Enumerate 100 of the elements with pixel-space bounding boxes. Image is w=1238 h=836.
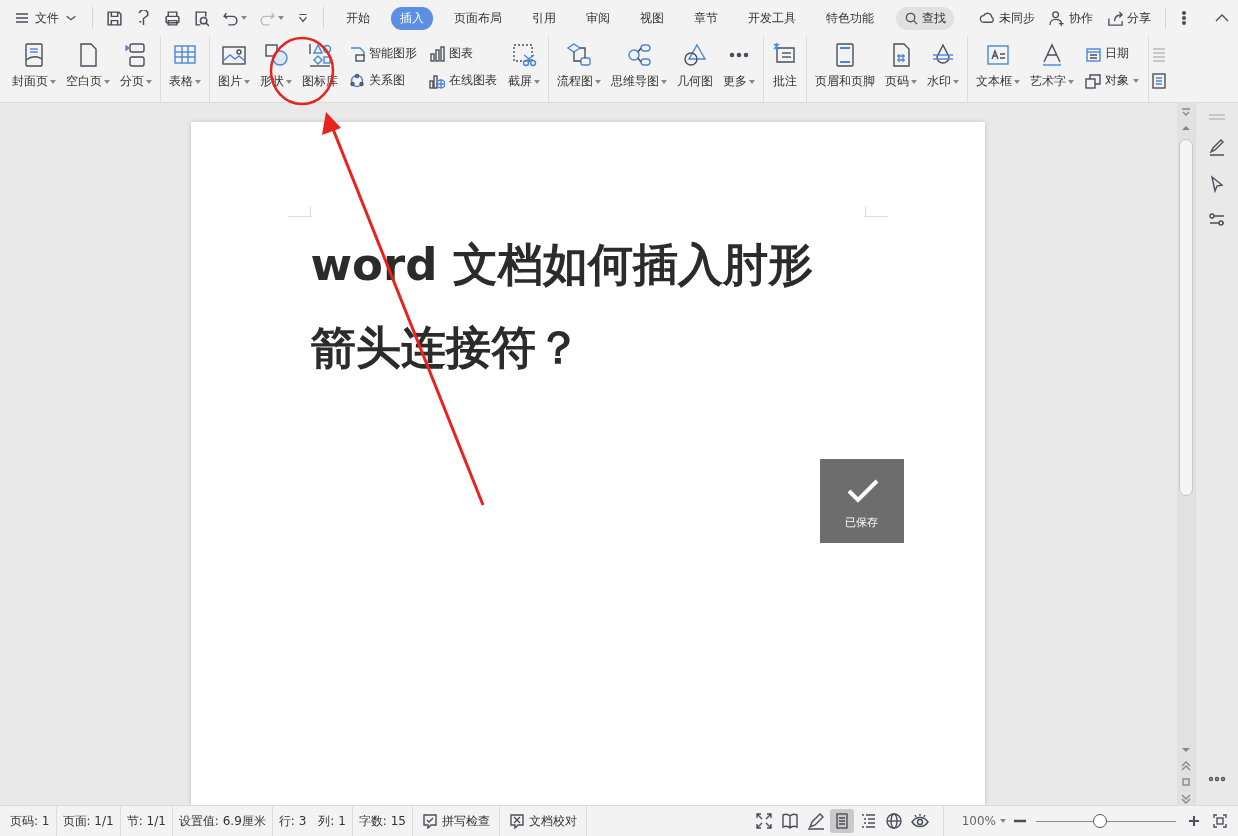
geometry-icon	[682, 42, 708, 68]
previous-page-icon	[1180, 761, 1192, 771]
status-field: 页码: 1	[4, 806, 57, 836]
caret-icon	[104, 79, 110, 84]
proofread-icon	[508, 813, 525, 829]
document-icon	[1151, 72, 1167, 89]
eye-icon	[910, 812, 929, 830]
cursor-icon	[1208, 175, 1226, 193]
pencil-icon	[806, 812, 825, 830]
fullscreen-icon	[754, 812, 773, 830]
scroll-down-icon	[1180, 745, 1192, 755]
ribbon-button[interactable]: 思维导图	[606, 36, 672, 102]
caret-icon	[278, 16, 284, 20]
fit-window-icon	[1212, 813, 1228, 829]
status-field: 设置值: 6.9厘米	[172, 806, 273, 836]
margin-corner-mark	[864, 206, 888, 217]
scroll-up-icon	[1180, 123, 1192, 133]
ribbon-tab[interactable]: 开始	[337, 6, 379, 30]
drag-handle-icon	[1208, 113, 1226, 121]
account-action[interactable]: 分享	[1103, 9, 1155, 27]
status-button[interactable]: 文档校对	[499, 806, 587, 836]
share-icon	[1107, 9, 1124, 27]
scissors-icon	[511, 42, 537, 68]
object-icon	[1085, 72, 1101, 89]
ribbon-button[interactable]: 封面页	[7, 36, 61, 102]
ribbon-button[interactable]: 关系图	[346, 70, 420, 91]
status-field: 行: 3	[272, 806, 313, 836]
ribbon-button[interactable]: 分页	[115, 36, 157, 102]
ribbon-button[interactable]: 表格	[164, 36, 206, 102]
ribbon-button[interactable]: 艺术字	[1025, 36, 1079, 102]
ribbon-button[interactable]: 图片	[213, 36, 255, 102]
caret-icon	[1014, 79, 1020, 84]
ribbon-button[interactable]: 水印	[922, 36, 964, 102]
view-mode-button[interactable]	[829, 809, 854, 833]
slider-thumb[interactable]	[1093, 814, 1108, 828]
caret-icon	[595, 79, 601, 84]
caret-icon	[953, 79, 959, 84]
ribbon-tab[interactable]: 章节	[685, 6, 727, 30]
text-lines-icon	[1151, 45, 1167, 62]
ribbon-tab[interactable]: 特色功能	[817, 6, 883, 30]
ribbon-button[interactable]: 智能图形	[346, 43, 420, 64]
file-menu[interactable]: 文件	[10, 9, 82, 27]
caret-icon	[146, 79, 152, 84]
ribbon-button[interactable]: 几何图	[672, 36, 718, 102]
ribbon-button[interactable]: 截屏	[503, 36, 545, 102]
book-icon	[780, 812, 799, 830]
ribbon-tab[interactable]: 引用	[523, 6, 565, 30]
caret-icon	[1000, 819, 1006, 823]
sliders-icon	[1208, 211, 1226, 229]
caret-icon	[244, 79, 250, 84]
select-browse-icon	[1180, 777, 1192, 787]
ribbon-button[interactable]: 页眉和页脚	[810, 36, 880, 102]
margin-corner-mark	[287, 206, 311, 217]
caret-icon	[1133, 78, 1139, 83]
ribbon-tab[interactable]: 视图	[631, 6, 673, 30]
ribbon-tab[interactable]: 开发工具	[739, 6, 805, 30]
relation-diagram-icon	[349, 72, 365, 89]
status-field: 字数: 15	[352, 806, 413, 836]
search-icon	[904, 10, 919, 26]
caret-icon	[50, 79, 56, 84]
next-page-icon	[1180, 793, 1192, 805]
add-person-icon	[1049, 9, 1066, 27]
ribbon-button[interactable]: 图表	[426, 43, 500, 64]
ribbon-button[interactable]: 流程图	[552, 36, 606, 102]
brush-icon	[1208, 139, 1226, 157]
account-action[interactable]: 协作	[1045, 9, 1097, 27]
zoom-dropdown[interactable]: 100%	[942, 806, 1014, 836]
globe-icon	[884, 812, 903, 830]
scroll-top-icon	[1180, 107, 1192, 117]
ribbon-tab[interactable]: 页面布局	[445, 6, 511, 30]
ribbon-button[interactable]: 页码	[880, 36, 922, 102]
status-field: 节: 1/1	[120, 806, 173, 836]
ribbon-button[interactable]: 更多	[718, 36, 760, 102]
more-dots-icon	[728, 51, 750, 59]
status-field: 列: 1	[312, 806, 353, 836]
print-icon	[164, 9, 181, 27]
caret-icon	[286, 79, 292, 84]
ribbon-button[interactable]: 批注	[767, 36, 803, 102]
ribbon-button[interactable]: 空白页	[61, 36, 115, 102]
search-button[interactable]: 查找	[896, 6, 954, 30]
customize-icon	[296, 11, 310, 25]
caret-icon	[1068, 79, 1074, 84]
account-action[interactable]: 未同步	[975, 9, 1039, 27]
saved-label: 已保存	[845, 514, 878, 530]
status-button[interactable]: 拼写检查	[412, 806, 500, 836]
caret-icon	[195, 79, 201, 84]
more-dots-icon	[1208, 775, 1226, 783]
ribbon-tab[interactable]: 审阅	[577, 6, 619, 30]
text-box-icon	[985, 42, 1011, 68]
ribbon-button[interactable]: 文本框	[971, 36, 1025, 102]
zoom-out-icon	[1014, 819, 1026, 823]
status-field: 页面: 1/1	[56, 806, 121, 836]
bar-chart-icon	[429, 45, 445, 62]
caret-icon	[911, 79, 917, 84]
ribbon-button[interactable]: 日期	[1082, 43, 1142, 64]
icon-library-icon	[307, 42, 333, 68]
ribbon-button[interactable]: 在线图表	[426, 70, 500, 91]
zoom-in-icon	[1186, 813, 1202, 829]
ribbon-button[interactable]: 对象	[1082, 70, 1142, 91]
scrollbar-thumb[interactable]	[1179, 139, 1193, 496]
